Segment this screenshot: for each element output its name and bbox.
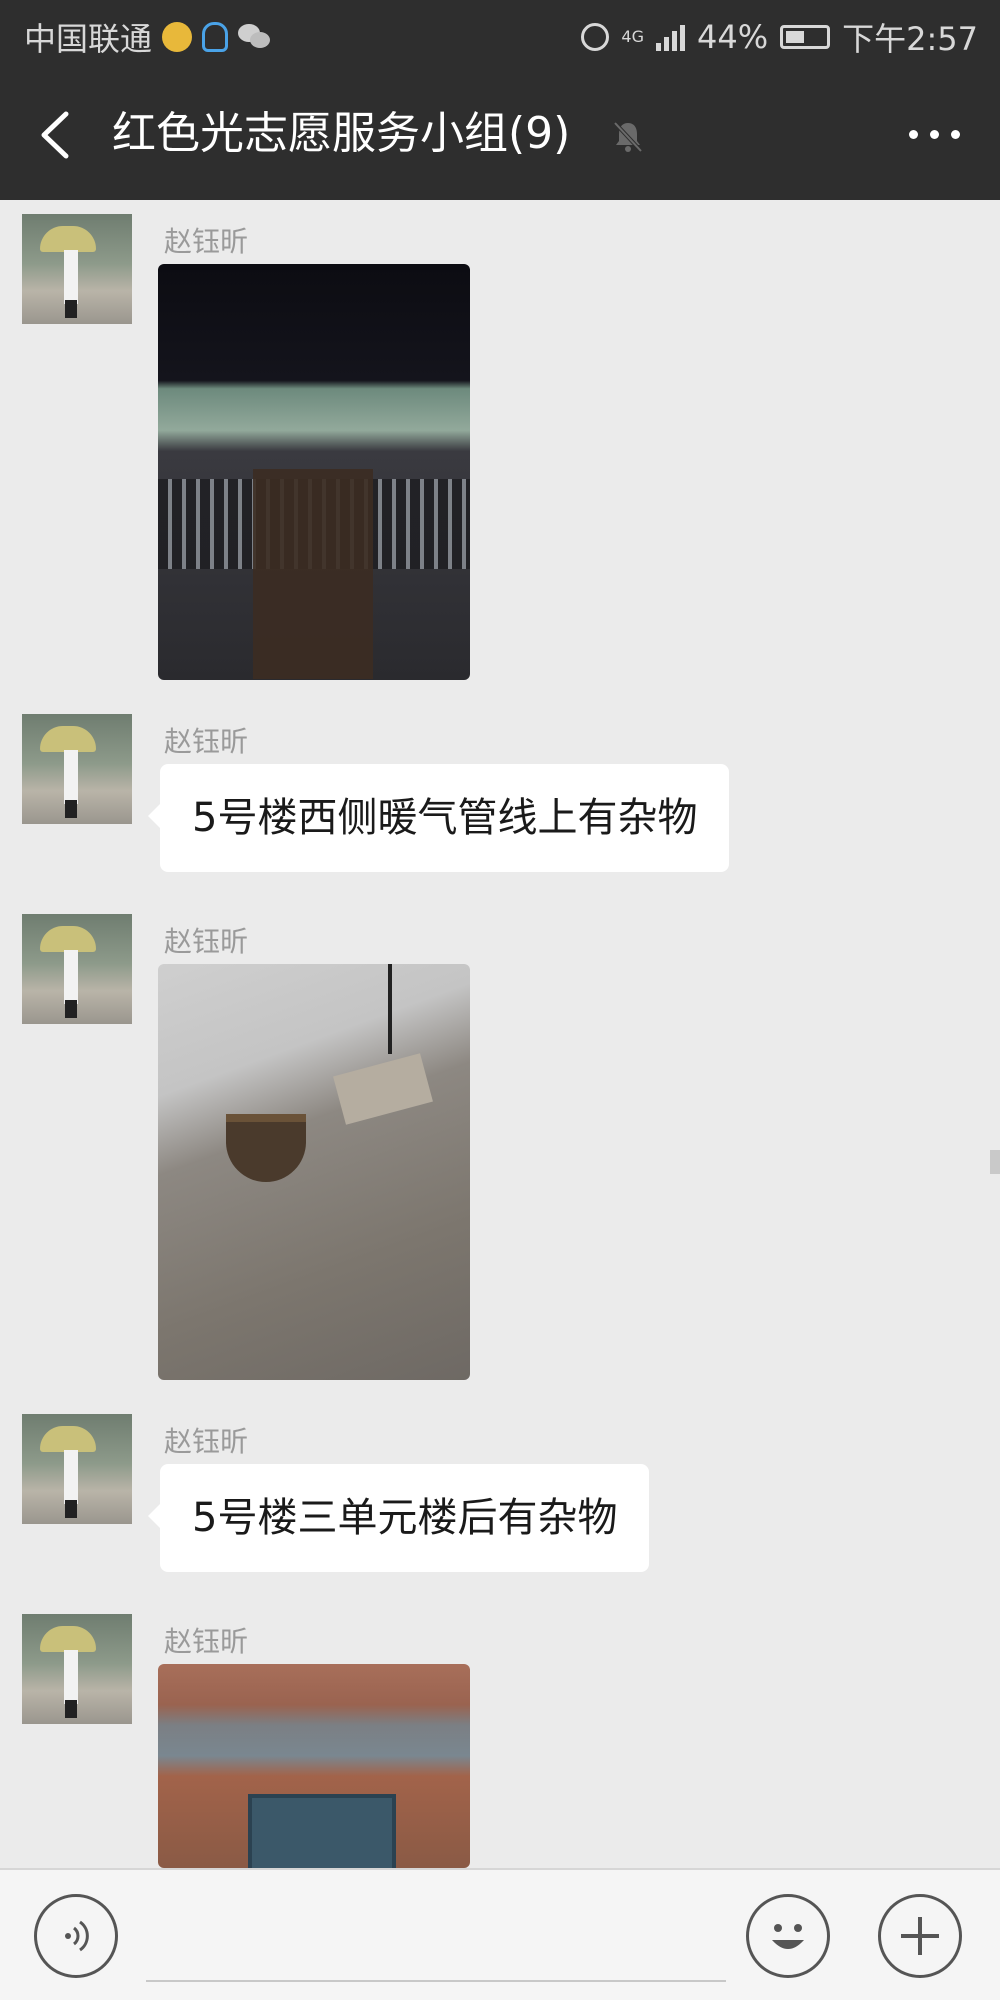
input-bar xyxy=(0,1868,1000,2000)
signal-icon xyxy=(656,23,685,51)
sender-name: 赵钰昕 xyxy=(164,1625,249,1658)
plus-button[interactable] xyxy=(878,1894,962,1978)
network-type-label: 4G xyxy=(621,27,644,46)
chevron-left-icon xyxy=(41,111,69,159)
voice-button[interactable] xyxy=(34,1894,118,1978)
carrier-label: 中国联通 xyxy=(24,20,153,58)
status-left: 中国联通 xyxy=(24,14,272,60)
avatar[interactable] xyxy=(22,914,132,1024)
sender-name: 赵钰昕 xyxy=(164,925,249,958)
bell-muted-icon xyxy=(613,121,643,153)
more-dots-icon xyxy=(909,130,918,139)
chat-title: 红色光志愿服务小组(9) xyxy=(112,108,571,159)
message-image[interactable] xyxy=(158,1664,470,1868)
message-image[interactable] xyxy=(158,264,470,680)
back-button[interactable] xyxy=(36,110,76,160)
notification-app-icon xyxy=(202,22,229,52)
clock: 下午2:57 xyxy=(842,20,978,58)
chat-header: 红色光志愿服务小组(9) xyxy=(0,68,1000,200)
more-button[interactable] xyxy=(909,130,960,139)
avatar[interactable] xyxy=(22,714,132,824)
sender-name: 赵钰昕 xyxy=(164,225,249,258)
avatar[interactable] xyxy=(22,214,132,324)
avatar[interactable] xyxy=(22,1414,132,1524)
emoji-icon xyxy=(772,1924,804,1949)
sender-name: 赵钰昕 xyxy=(164,725,249,758)
wechat-icon xyxy=(238,24,272,50)
emoji-button[interactable] xyxy=(746,1894,830,1978)
battery-percent: 44% xyxy=(697,18,769,56)
message-bubble[interactable]: 5号楼三单元楼后有杂物 xyxy=(147,1464,650,1572)
battery-icon xyxy=(780,25,831,49)
avatar[interactable] xyxy=(22,1614,132,1724)
alarm-icon xyxy=(581,23,610,51)
message-input[interactable] xyxy=(146,1894,726,1982)
notification-mail-icon xyxy=(162,22,193,52)
voice-icon xyxy=(65,1920,89,1952)
message-image[interactable] xyxy=(158,964,470,1380)
status-right: 4G 44% 下午2:57 xyxy=(581,14,978,60)
sender-name: 赵钰昕 xyxy=(164,1425,249,1458)
plus-icon xyxy=(901,1917,939,1955)
status-bar: 中国联通 4G 44% 下午2:57 xyxy=(0,0,1000,68)
scrollbar-thumb[interactable] xyxy=(990,1150,1000,1174)
message-bubble[interactable]: 5号楼西侧暖气管线上有杂物 xyxy=(147,764,730,872)
